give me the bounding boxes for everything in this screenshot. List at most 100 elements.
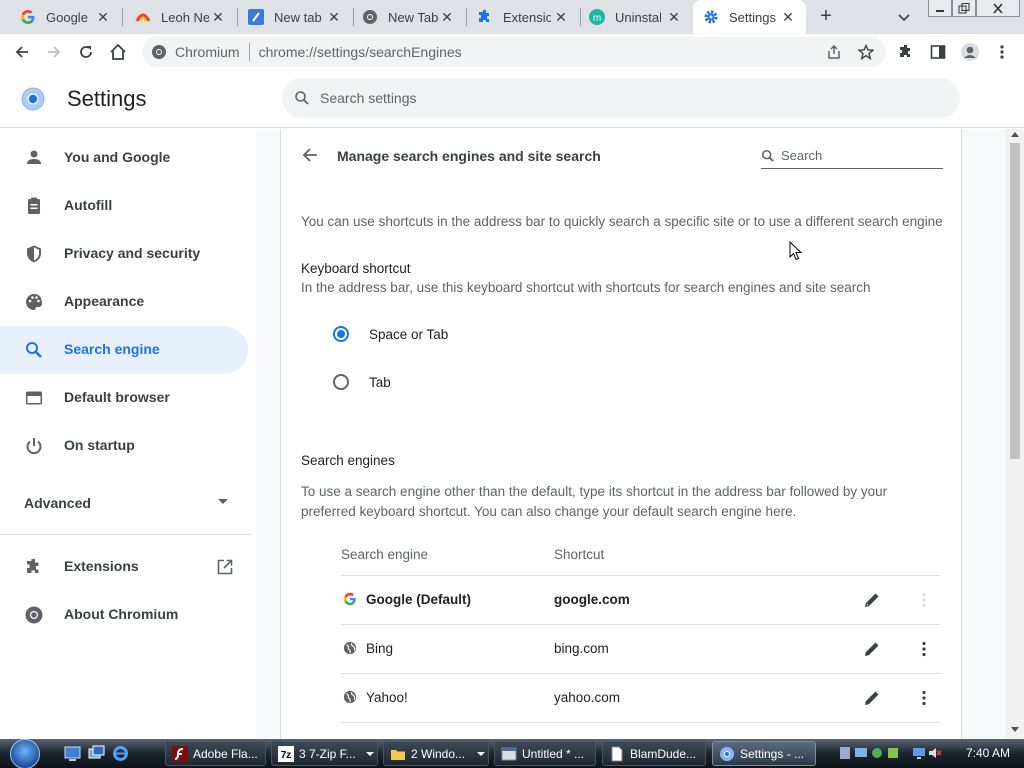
close-icon[interactable]: ✕ bbox=[553, 9, 569, 25]
start-button[interactable] bbox=[10, 739, 40, 768]
tray-display-icon[interactable] bbox=[912, 746, 926, 760]
more-vertical-icon[interactable] bbox=[914, 590, 934, 610]
taskbar-button-settings[interactable]: Settings - ... bbox=[712, 741, 816, 766]
tray-security-icon[interactable] bbox=[886, 746, 900, 760]
extensions-button[interactable] bbox=[894, 40, 918, 64]
tray-app-icon[interactable] bbox=[838, 746, 852, 760]
7zip-icon: 7z bbox=[278, 745, 294, 762]
close-icon[interactable]: ✕ bbox=[666, 9, 682, 25]
subpage-search-input[interactable] bbox=[781, 148, 931, 163]
home-button[interactable] bbox=[106, 40, 130, 64]
close-window-button[interactable] bbox=[976, 0, 1020, 17]
scrollbar-thumb[interactable] bbox=[1010, 143, 1020, 459]
minimize-icon bbox=[936, 10, 944, 12]
subpage-search-box[interactable] bbox=[761, 143, 943, 169]
tab-leoh[interactable]: Leoh New ✕ bbox=[123, 0, 236, 34]
edit-pencil-icon[interactable] bbox=[862, 688, 882, 708]
close-icon[interactable]: ✕ bbox=[780, 9, 796, 25]
sidebar-item-on-startup[interactable]: On startup bbox=[0, 422, 248, 470]
sidebar-item-label: Autofill bbox=[64, 197, 113, 213]
more-vertical-icon[interactable] bbox=[914, 688, 934, 708]
switch-windows-icon[interactable] bbox=[88, 745, 105, 762]
sidebar-item-autofill[interactable]: Autofill bbox=[0, 182, 248, 230]
radio-unchecked-icon[interactable] bbox=[333, 374, 349, 390]
scroll-up-icon[interactable] bbox=[1011, 132, 1019, 137]
radio-checked-icon[interactable] bbox=[333, 326, 349, 342]
taskbar-button-7zip[interactable]: 7z 3 7-Zip F... bbox=[271, 741, 378, 766]
taskbar-button-blamdude[interactable]: BlamDude... bbox=[602, 741, 706, 766]
globe-icon bbox=[343, 641, 357, 655]
vertical-scrollbar[interactable] bbox=[1006, 129, 1024, 739]
sidebar-item-search-engine[interactable]: Search engine bbox=[0, 326, 248, 374]
scroll-down-icon[interactable] bbox=[1011, 727, 1019, 732]
sidebar-item-extensions[interactable]: Extensions bbox=[0, 543, 248, 591]
settings-search-input[interactable] bbox=[320, 90, 920, 106]
reload-button[interactable] bbox=[74, 40, 98, 64]
menu-button[interactable] bbox=[990, 40, 1014, 64]
restore-button[interactable] bbox=[952, 0, 976, 17]
edit-pencil-icon[interactable] bbox=[862, 639, 882, 659]
sidebar-item-you-and-google[interactable]: You and Google bbox=[0, 134, 248, 182]
taskbar-button-flash[interactable]: Adobe Fla... bbox=[165, 741, 266, 766]
forward-button[interactable] bbox=[42, 40, 66, 64]
tab-google[interactable]: Google ✕ bbox=[0, 0, 121, 34]
internet-explorer-icon[interactable] bbox=[112, 745, 129, 762]
arrow-left-icon[interactable] bbox=[300, 145, 320, 165]
home-icon bbox=[110, 43, 126, 60]
tab-new-tab[interactable]: New tab ✕ bbox=[238, 0, 352, 34]
taskbar-button-label: Adobe Fla... bbox=[193, 746, 258, 761]
taskbar-button-untitled[interactable]: Untitled * ... bbox=[494, 741, 596, 766]
close-icon bbox=[993, 2, 1003, 14]
url-text[interactable]: chrome://settings/searchEngines bbox=[259, 44, 462, 60]
close-icon[interactable]: ✕ bbox=[95, 9, 111, 25]
sidebar-item-appearance[interactable]: Appearance bbox=[0, 278, 248, 326]
tab-extensions[interactable]: Extensions ✕ bbox=[467, 0, 579, 34]
share-button[interactable] bbox=[822, 37, 846, 67]
new-tab-button[interactable]: + bbox=[814, 6, 838, 28]
tab-uninstall[interactable]: m Uninstall ✕ bbox=[581, 0, 692, 34]
sidebar-divider bbox=[0, 534, 252, 535]
taskbar-button-label: Untitled * ... bbox=[522, 746, 585, 761]
search-icon bbox=[26, 342, 42, 358]
sidebar-item-privacy[interactable]: Privacy and security bbox=[0, 230, 248, 278]
taskbar-button-windows[interactable]: 2 Windo... bbox=[383, 741, 489, 766]
sidebar-item-label: About Chromium bbox=[64, 606, 179, 622]
tab-search-button[interactable] bbox=[894, 7, 914, 27]
close-icon[interactable]: ✕ bbox=[326, 9, 342, 25]
sidebar-advanced-toggle[interactable]: Advanced bbox=[24, 495, 234, 515]
chromium-icon bbox=[152, 45, 166, 59]
sidebar-item-about[interactable]: About Chromium bbox=[0, 591, 248, 639]
engine-name: Bing bbox=[366, 641, 394, 656]
keyboard-shortcut-heading: Keyboard shortcut bbox=[301, 261, 411, 276]
tab-settings[interactable]: Settings ✕ bbox=[693, 0, 806, 34]
intro-text: You can use shortcuts in the address bar… bbox=[301, 214, 943, 229]
back-button[interactable] bbox=[10, 40, 34, 64]
minimize-button[interactable] bbox=[928, 0, 952, 17]
side-panel-button[interactable] bbox=[926, 40, 950, 64]
restore-icon bbox=[958, 2, 970, 13]
bookmark-button[interactable] bbox=[854, 37, 878, 67]
radio-tab[interactable]: Tab bbox=[333, 367, 533, 397]
tab-title: Settings bbox=[729, 9, 776, 25]
edit-pencil-icon[interactable] bbox=[862, 590, 882, 610]
tray-volume-muted-icon[interactable] bbox=[928, 746, 942, 760]
flash-icon bbox=[172, 745, 188, 762]
close-icon[interactable]: ✕ bbox=[439, 9, 455, 25]
clock[interactable]: 7:40 AM bbox=[966, 746, 1010, 760]
arrow-right-icon bbox=[48, 46, 61, 58]
profile-button[interactable] bbox=[958, 40, 982, 64]
sidebar-item-label: Extensions bbox=[64, 558, 139, 574]
radio-space-or-tab[interactable]: Space or Tab bbox=[333, 319, 533, 349]
show-desktop-icon[interactable] bbox=[64, 745, 81, 762]
tray-network-icon[interactable] bbox=[854, 746, 868, 760]
tray-sync-icon[interactable] bbox=[870, 746, 884, 760]
sidebar-item-default-browser[interactable]: Default browser bbox=[0, 374, 248, 422]
search-engines-card: Manage search engines and site search Yo… bbox=[280, 129, 962, 739]
settings-search-box[interactable] bbox=[282, 78, 960, 118]
close-icon[interactable]: ✕ bbox=[210, 9, 226, 25]
browser-window-icon bbox=[26, 391, 42, 405]
address-bar[interactable]: Chromium chrome://settings/searchEngines bbox=[142, 37, 886, 67]
more-vertical-icon[interactable] bbox=[914, 639, 934, 659]
tab-new-tab-2[interactable]: New Tab ✕ bbox=[354, 0, 465, 34]
site-chip[interactable]: Chromium bbox=[142, 44, 240, 60]
